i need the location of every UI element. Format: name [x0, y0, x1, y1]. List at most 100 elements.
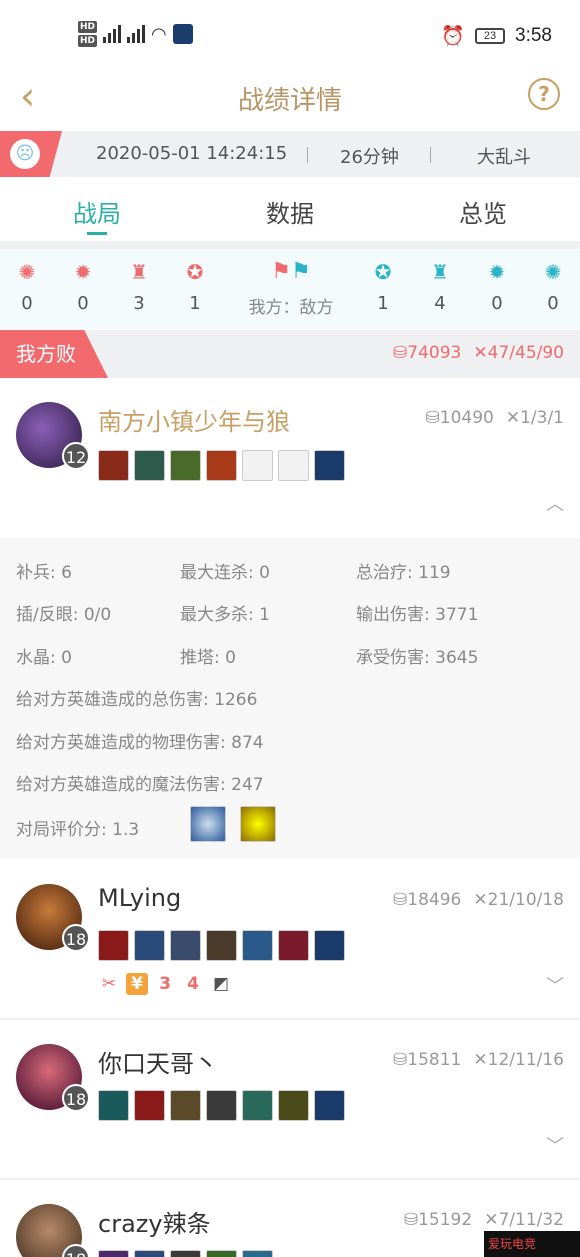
gold-value: 10490 [439, 408, 494, 428]
swords-icon: ✕ [484, 1210, 499, 1230]
item-icon[interactable] [242, 930, 273, 961]
match-duration: 26分钟 [340, 147, 399, 168]
tab-data[interactable]: 数据 [230, 194, 350, 229]
player-card-2[interactable]: 18 MLying ⛁18496 ✕21/10/18 ✂ ¥ 3 4 ◩ ﹀ [0, 860, 580, 1018]
empty-item-icon[interactable] [278, 450, 309, 481]
detail-rating: 对局评价分: 1.3 [16, 820, 140, 840]
enemy-inhibitor: ✪ 1 [363, 259, 403, 314]
tower-icon: ♜ [130, 260, 148, 284]
item-icon[interactable] [242, 1090, 273, 1121]
swords-icon: ✕ [473, 1050, 488, 1070]
our-inhibitor: ✪ 1 [175, 259, 215, 314]
status-left: HD HD ◠ [78, 20, 193, 48]
empty-item-icon[interactable] [242, 450, 273, 481]
gold-value: 15811 [407, 1050, 462, 1070]
trinket-icon[interactable] [314, 450, 345, 481]
item-icon[interactable] [134, 1090, 165, 1121]
wifi-icon: ◠ [151, 23, 167, 45]
baron-icon: ✺ [544, 260, 562, 284]
player-kda: ✕7/11/32 [484, 1210, 564, 1230]
gold-icon: ⛁ [403, 1210, 419, 1230]
player-card-3[interactable]: 18 你口天哥丶 ⛁15811 ✕12/11/16 ﹀ [0, 1020, 580, 1178]
item-icon[interactable] [170, 930, 201, 961]
item-icon[interactable] [206, 930, 237, 961]
watermark-text: 爱玩电竞 [488, 1237, 537, 1251]
kda-value: 7/11/32 [498, 1210, 564, 1230]
item-icon[interactable] [242, 1250, 273, 1257]
gold-value: 18496 [407, 890, 462, 910]
achievement-badges: ✂ ¥ 3 4 ◩ [98, 973, 232, 995]
signal-icon [103, 25, 122, 43]
item-icon[interactable] [98, 450, 129, 481]
item-icon[interactable] [98, 1250, 129, 1257]
gold-icon: ⛁ [425, 408, 440, 428]
item-icon[interactable] [134, 1250, 165, 1257]
hd-icon: HD HD [78, 21, 98, 47]
enemy-baron: ✺ 0 [533, 259, 573, 314]
item-icon[interactable] [170, 1250, 201, 1257]
kill-badge-icon: ✂ [101, 974, 117, 994]
chevron-down-icon[interactable]: ﹀ [546, 972, 564, 998]
item-icon[interactable] [170, 1090, 201, 1121]
inhibitor-icon: ✪ [374, 260, 392, 284]
item-icon[interactable] [278, 1090, 309, 1121]
player-gold: ⛁18496 [393, 890, 461, 910]
item-icon[interactable] [206, 450, 237, 481]
detail-towers: 推塔: 0 [180, 648, 236, 668]
trinket-icon[interactable] [314, 1090, 345, 1121]
stat-value: 0 [77, 293, 89, 314]
title-bar: ‹ 战绩详情 ? [0, 64, 580, 130]
player-gold: ⛁10490 [426, 408, 494, 428]
player-stats: ⛁10490 ✕1/3/1 [426, 408, 565, 428]
level-badge: 18 [62, 1084, 90, 1112]
swords-icon: ✕ [505, 408, 521, 428]
status-bar: HD HD ◠ ⏰ 23 3:58 [0, 0, 580, 64]
tab-indicator [87, 232, 107, 235]
item-icon[interactable] [170, 450, 201, 481]
player-kda: ✕21/10/18 [473, 890, 564, 910]
summoner-spell-icon[interactable] [240, 806, 276, 842]
player-name: 南方小镇少年与狼 [98, 408, 290, 436]
divider [307, 147, 308, 163]
detail-wards: 插/反眼: 0/0 [16, 605, 112, 625]
quadra-kill-badge: 4 [187, 974, 199, 994]
item-icon[interactable] [134, 930, 165, 961]
signal-icon-2 [127, 25, 146, 43]
trinket-icon[interactable] [314, 930, 345, 961]
battery-icon: 23 [475, 28, 506, 44]
item-row [98, 930, 345, 961]
stat-value: 4 [434, 293, 446, 314]
item-icon[interactable] [134, 450, 165, 481]
crying-face-icon: ☹ [10, 139, 40, 169]
chevron-up-icon[interactable]: ︿ [546, 490, 564, 516]
team-totals: ⛁74093 ✕47/45/90 [393, 343, 564, 363]
divider [430, 147, 431, 163]
dragon-icon: ✹ [488, 260, 506, 284]
chevron-down-icon[interactable]: ﹀ [546, 1132, 564, 1158]
player-name: 你口天哥丶 [98, 1050, 218, 1078]
item-icon[interactable] [98, 1090, 129, 1121]
item-icon[interactable] [206, 1250, 237, 1257]
item-icon[interactable] [206, 1090, 237, 1121]
help-button[interactable]: ? [528, 78, 560, 110]
tab-overview[interactable]: 总览 [423, 194, 543, 229]
team-stats: ✺ 0 ✹ 0 ♜ 3 ✪ 1 ⚑⚑ 我方：敌方 ✪ 1 ♜ 4 ✹ 0 ✺ 0 [0, 249, 580, 329]
our-dragon: ✹ 0 [63, 259, 103, 314]
detail-damage-out: 输出伤害: 3771 [356, 605, 479, 625]
enemy-tower: ♜ 4 [420, 259, 460, 314]
tab-battle[interactable]: 战局 [37, 194, 157, 229]
summoner-spell-icon[interactable] [190, 806, 226, 842]
crossed-flags-icon: ⚑⚑ [271, 259, 311, 284]
stat-value: 1 [377, 293, 389, 314]
detail-cs: 补兵: 6 [16, 563, 72, 583]
team-gold: ⛁74093 [393, 343, 461, 363]
item-icon[interactable] [278, 930, 309, 961]
watermark: 爱玩电竞 [484, 1231, 580, 1257]
team-kda-value: 47/45/90 [487, 343, 564, 363]
item-row [98, 1250, 273, 1257]
swords-icon: ✕ [473, 890, 488, 910]
player-card-1[interactable]: 12 南方小镇少年与狼 ⛁10490 ✕1/3/1 ︿ [0, 378, 580, 538]
detail-damage-taken: 承受伤害: 3645 [356, 648, 479, 668]
inhibitor-icon: ✪ [186, 260, 204, 284]
item-icon[interactable] [98, 930, 129, 961]
